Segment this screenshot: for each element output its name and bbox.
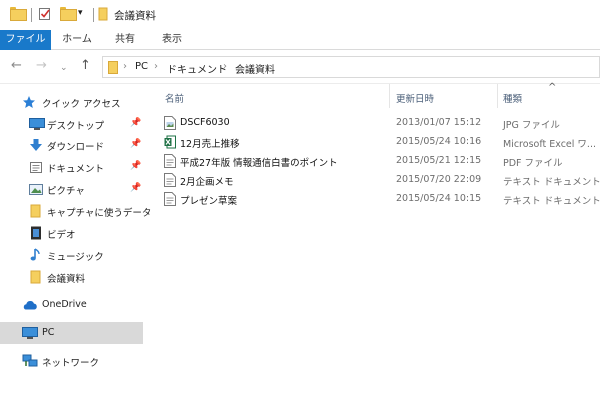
sidebar-item-desktop[interactable]: デスクトップ 📌 (0, 113, 143, 135)
sidebar-item-pc[interactable]: PC (0, 322, 143, 344)
file-date: 2015/05/24 10:15 (396, 193, 482, 204)
forward-arrow-icon[interactable]: → (36, 59, 47, 73)
computer-icon (22, 326, 38, 340)
sidebar-item-label: ドキュメント (47, 164, 105, 175)
text-file-icon (164, 173, 176, 187)
breadcrumb-separator: › (154, 61, 158, 72)
folder-icon (29, 204, 43, 218)
sidebar-item-pictures[interactable]: ピクチャ 📌 (0, 178, 143, 200)
breadcrumb-separator: › (223, 61, 227, 72)
sidebar-item-label: PC (42, 327, 55, 338)
file-name: 12月売上推移 (180, 139, 240, 150)
documents-icon (29, 160, 43, 174)
column-header-label: 更新日時 (396, 94, 435, 105)
sidebar-item-network[interactable]: ネットワーク (0, 350, 143, 372)
file-type: テキスト ドキュメント (503, 177, 600, 188)
file-date: 2013/01/07 15:12 (396, 117, 482, 128)
folder-icon (29, 270, 43, 284)
sidebar-item-onedrive[interactable]: OneDrive (0, 294, 143, 316)
sidebar-item-label: OneDrive (42, 299, 87, 310)
music-icon (29, 248, 43, 262)
divider (93, 8, 94, 22)
address-bar[interactable]: › PC › ドキュメント › 会議資料 (102, 56, 600, 78)
divider (31, 8, 32, 22)
ribbon: ファイル ホーム 共有 表示 (0, 30, 600, 50)
file-name: プレゼン草案 (180, 196, 238, 207)
navigation-pane: クイック アクセス デスクトップ 📌 ダウンロード 📌 ドキュメント 📌 ピクチ… (0, 84, 151, 400)
file-row[interactable]: 平成27年版 情報通信白書のポイント 2015/05/21 12:15 PDF … (160, 151, 600, 170)
sort-ascending-icon: ^ (548, 82, 557, 93)
breadcrumb-documents[interactable]: ドキュメント (167, 61, 227, 76)
breadcrumb-separator: › (123, 61, 127, 72)
breadcrumb-pc[interactable]: PC (135, 61, 148, 72)
image-file-icon (164, 116, 176, 130)
file-row[interactable]: 2月企画メモ 2015/07/20 22:09 テキスト ドキュメント (160, 170, 600, 189)
chevron-down-icon[interactable]: ▾ (78, 8, 83, 18)
tab-home[interactable]: ホーム (58, 30, 96, 50)
column-header-name[interactable]: 名前 (160, 84, 388, 108)
file-name: DSCF6030 (180, 117, 230, 128)
download-icon (29, 138, 43, 152)
file-name: 平成27年版 情報通信白書のポイント (180, 158, 338, 169)
sidebar-item-meeting-materials[interactable]: 会議資料 (0, 266, 143, 288)
file-name: 2月企画メモ (180, 177, 234, 188)
up-arrow-icon[interactable]: ↑ (80, 59, 91, 73)
cloud-icon (22, 298, 37, 312)
pin-icon[interactable]: 📌 (130, 183, 141, 193)
pin-icon[interactable]: 📌 (130, 139, 141, 149)
new-folder-icon[interactable] (60, 7, 77, 21)
window-title: 会議資料 (114, 10, 156, 22)
excel-file-icon (164, 135, 176, 149)
file-row[interactable]: 12月売上推移 2015/05/24 10:16 Microsoft Excel… (160, 132, 600, 151)
pin-icon[interactable]: 📌 (130, 118, 141, 128)
sidebar-item-downloads[interactable]: ダウンロード 📌 (0, 134, 143, 156)
sidebar-item-label: 会議資料 (47, 274, 86, 285)
column-header-date[interactable]: 更新日時 (390, 84, 496, 108)
navigation-bar: ← → ⌄ ↑ › PC › ドキュメント › 会議資料 (0, 50, 600, 84)
file-type: テキスト ドキュメント (503, 196, 600, 207)
file-row[interactable]: DSCF6030 2013/01/07 15:12 JPG ファイル (160, 113, 600, 132)
star-icon (22, 95, 36, 109)
folder-icon (108, 61, 118, 77)
sidebar-item-music[interactable]: ミュージック (0, 244, 143, 266)
pictures-icon (29, 182, 43, 196)
column-header-label: 種類 (503, 94, 523, 105)
pdf-file-icon (164, 154, 176, 168)
sidebar-item-label: ビデオ (47, 230, 76, 241)
file-date: 2015/07/20 22:09 (396, 174, 482, 185)
file-date: 2015/05/21 12:15 (396, 155, 482, 166)
tab-view[interactable]: 表示 (152, 30, 192, 50)
tab-file[interactable]: ファイル (0, 30, 51, 50)
sidebar-item-label: ダウンロード (47, 142, 105, 153)
folder-icon (10, 7, 27, 21)
sidebar-item-documents[interactable]: ドキュメント 📌 (0, 156, 143, 178)
network-icon (22, 354, 38, 368)
properties-icon[interactable] (38, 7, 52, 21)
recent-locations-chevron-icon[interactable]: ⌄ (60, 61, 68, 75)
video-icon (29, 226, 43, 240)
sidebar-item-quick-access[interactable]: クイック アクセス (0, 91, 143, 113)
sidebar-item-label: キャプチャに使うデータ (47, 208, 152, 219)
sidebar-item-label: デスクトップ (47, 121, 105, 132)
folder-icon (98, 7, 108, 21)
sidebar-item-label: クイック アクセス (42, 99, 121, 110)
file-date: 2015/05/24 10:16 (396, 136, 482, 147)
sidebar-item-videos[interactable]: ビデオ (0, 222, 143, 244)
sidebar-item-label: ピクチャ (47, 186, 85, 197)
sidebar-item-capture-data[interactable]: キャプチャに使うデータ (0, 200, 151, 222)
breadcrumb-current-folder[interactable]: 会議資料 (235, 61, 275, 76)
column-header-label: 名前 (165, 94, 185, 105)
file-type: JPG ファイル (503, 120, 560, 131)
sidebar-item-label: ネットワーク (42, 358, 100, 369)
sidebar-item-label: ミュージック (47, 252, 104, 263)
pin-icon[interactable]: 📌 (130, 161, 141, 171)
tab-share[interactable]: 共有 (106, 30, 144, 50)
file-type: PDF ファイル (503, 158, 563, 169)
text-file-icon (164, 192, 176, 206)
title-bar: ▾ 会議資料 (0, 0, 600, 30)
back-arrow-icon[interactable]: ← (11, 59, 22, 73)
desktop-icon (29, 117, 45, 131)
file-row[interactable]: プレゼン草案 2015/05/24 10:15 テキスト ドキュメント (160, 189, 600, 208)
file-type: Microsoft Excel ワ... (503, 139, 596, 150)
